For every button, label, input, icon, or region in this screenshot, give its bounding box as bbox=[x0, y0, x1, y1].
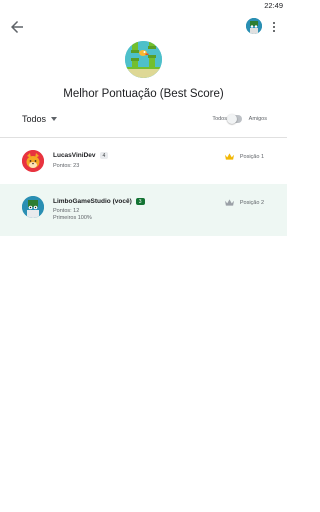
caret-down-icon[interactable] bbox=[51, 117, 57, 121]
crown-icon bbox=[225, 199, 234, 206]
player-name-line: LimboGameStudio (você) 3 bbox=[53, 198, 145, 205]
status-time: 22:49 bbox=[264, 1, 283, 10]
avatar bbox=[22, 196, 44, 218]
filter-row: Todos Todos Amigos bbox=[0, 112, 287, 128]
leaderboard-row[interactable]: LucasViniDev 4 Pontos: 23 Posição 1 bbox=[0, 139, 287, 182]
flappy-bird-game-icon bbox=[125, 41, 162, 78]
player-points: Pontos: 12 bbox=[53, 208, 80, 214]
toggle-left-label: Todos bbox=[212, 116, 227, 122]
crown-icon bbox=[225, 153, 234, 160]
rank-position: Posição 2 bbox=[239, 200, 264, 206]
toggle-right-label: Amigos bbox=[248, 116, 267, 122]
player-percentile: Primeiros 100% bbox=[53, 215, 92, 221]
page-title: Melhor Pontuação (Best Score) bbox=[63, 88, 224, 100]
status-bar: 22:49 bbox=[0, 0, 287, 12]
level-badge: 3 bbox=[135, 198, 145, 205]
divider bbox=[0, 137, 287, 138]
player-name: LimboGameStudio (você) bbox=[53, 198, 132, 205]
scope-dropdown[interactable]: Todos bbox=[22, 114, 46, 124]
arrow-left-icon[interactable] bbox=[8, 18, 26, 36]
leaderboard-row[interactable]: LimboGameStudio (você) 3 Pontos: 12 Prim… bbox=[0, 184, 287, 236]
player-name-line: LucasViniDev 4 bbox=[53, 152, 109, 159]
avatar bbox=[22, 150, 44, 172]
avatar-icon[interactable] bbox=[246, 18, 262, 34]
app-bar bbox=[0, 14, 287, 40]
player-name: LucasViniDev bbox=[53, 152, 96, 159]
toggle-knob bbox=[227, 114, 237, 124]
level-badge: 4 bbox=[99, 152, 109, 159]
rank-position: Posição 1 bbox=[239, 154, 264, 160]
more-vert-icon[interactable] bbox=[270, 20, 278, 34]
friends-toggle[interactable] bbox=[227, 114, 242, 124]
player-points: Pontos: 23 bbox=[53, 163, 80, 169]
